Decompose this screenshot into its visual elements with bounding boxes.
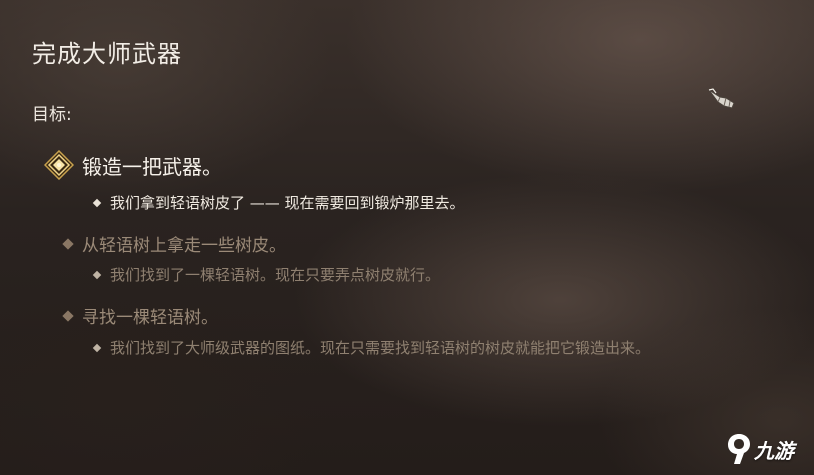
objective-active-text: 锻造一把武器。 (82, 154, 222, 179)
sub-bullet-icon (92, 270, 102, 279)
objective-completed-2-note: 我们找到了大师级武器的图纸。现在只需要找到轻语树的树皮就能把它锻造出来。 (92, 337, 651, 358)
objective-completed-1-note: 我们找到了一棵轻语树。现在只要弄点树皮就行。 (92, 264, 441, 285)
objectives-label: 目标: (32, 105, 72, 125)
objective-completed-1-text: 从轻语树上拿走一些树皮。 (82, 236, 286, 256)
watermark: 九游 (726, 432, 794, 466)
objective-completed-2-text: 寻找一棵轻语树。 (82, 308, 218, 328)
jiuyou-logo-icon (726, 432, 752, 466)
gauntlet-cursor-icon (706, 86, 738, 114)
sub-bullet-icon (92, 343, 102, 352)
objective-active-note-text: 我们拿到轻语树皮了 —— 现在需要回到锻炉那里去。 (110, 194, 465, 212)
quest-journal-panel: 完成大师武器 目标: 锻造一把武器。 我们拿到轻语树皮了 —— 现在需要回到锻炉… (0, 0, 814, 475)
objective-active-note: 我们拿到轻语树皮了 —— 现在需要回到锻炉那里去。 (92, 192, 465, 213)
sub-bullet-icon (92, 198, 102, 207)
objective-completed-1: 从轻语树上拿走一些树皮。 (62, 231, 286, 256)
objective-completed-2: 寻找一棵轻语树。 (62, 303, 218, 328)
objective-completed-1-note-text: 我们找到了一棵轻语树。现在只要弄点树皮就行。 (110, 266, 441, 284)
objective-active: 锻造一把武器。 (43, 149, 222, 181)
diamond-bullet-icon (62, 309, 74, 322)
active-objective-icon (43, 149, 75, 181)
objective-completed-2-note-text: 我们找到了大师级武器的图纸。现在只需要找到轻语树的树皮就能把它锻造出来。 (110, 339, 651, 357)
watermark-text: 九游 (754, 438, 794, 463)
quest-title: 完成大师武器 (32, 40, 182, 68)
diamond-bullet-icon (62, 237, 74, 250)
